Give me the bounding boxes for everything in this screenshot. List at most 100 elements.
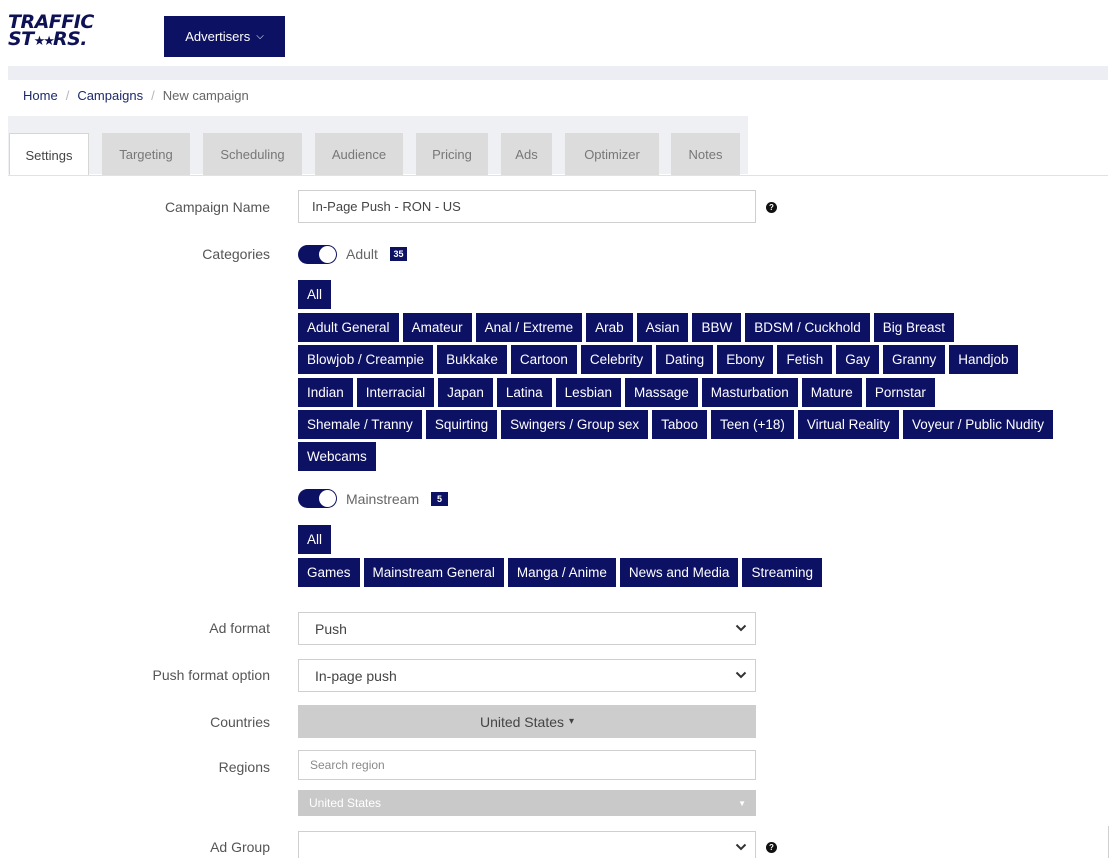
category-chip[interactable]: Gay: [836, 345, 879, 374]
category-chip[interactable]: Indian: [298, 378, 353, 407]
tab-scheduling[interactable]: Scheduling: [203, 133, 302, 175]
ad-group-label: Ad Group: [210, 839, 270, 855]
advertisers-dropdown-button[interactable]: Advertisers ⌵: [164, 16, 285, 57]
region-group-united-states[interactable]: United States ▼: [298, 790, 756, 816]
breadcrumb-current: New campaign: [162, 88, 249, 103]
category-chip[interactable]: Asian: [636, 313, 689, 342]
help-icon[interactable]: ?: [766, 842, 777, 853]
breadcrumb-campaigns[interactable]: Campaigns: [77, 88, 143, 103]
adult-chip-row: Shemale / Tranny Squirting Swingers / Gr…: [298, 410, 1054, 439]
category-chip-all[interactable]: All: [298, 525, 332, 554]
chevron-down-icon: [735, 671, 747, 679]
tab-audience[interactable]: Audience: [315, 133, 403, 175]
category-chip[interactable]: Anal / Extreme: [475, 313, 583, 342]
category-chip[interactable]: Japan: [438, 378, 493, 407]
category-chip[interactable]: Fetish: [777, 345, 833, 374]
category-chip[interactable]: Bukkake: [437, 345, 507, 374]
category-chip[interactable]: BDSM / Cuckhold: [745, 313, 870, 342]
caret-down-icon: ▾: [569, 716, 575, 727]
category-chip[interactable]: Granny: [883, 345, 946, 374]
category-chip[interactable]: Adult General: [298, 313, 399, 342]
category-chip[interactable]: Mature: [801, 378, 862, 407]
toggle-knob: [319, 246, 336, 263]
mainstream-all-row: All: [298, 525, 332, 554]
logo-dot: .: [80, 28, 88, 50]
chevron-down-icon: ⌵: [256, 31, 264, 42]
ad-format-select[interactable]: Push: [298, 612, 756, 645]
category-chip[interactable]: Cartoon: [510, 345, 577, 374]
caret-down-icon: ▼: [738, 799, 746, 808]
category-chip[interactable]: Taboo: [652, 410, 707, 439]
category-chip[interactable]: Interracial: [356, 378, 435, 407]
category-chip[interactable]: Latina: [496, 378, 552, 407]
tab-pricing[interactable]: Pricing: [416, 133, 488, 175]
region-group-label: United States: [309, 796, 382, 810]
tab-settings[interactable]: Settings: [9, 133, 89, 176]
toggle-knob: [319, 490, 336, 507]
category-chip[interactable]: Dating: [656, 345, 714, 374]
countries-dropdown-button[interactable]: United States ▾: [298, 705, 756, 738]
category-chip[interactable]: Amateur: [402, 313, 472, 342]
tab-notes[interactable]: Notes: [671, 133, 740, 175]
category-chip[interactable]: Massage: [624, 378, 698, 407]
category-chip[interactable]: Streaming: [742, 558, 822, 587]
ad-format-label: Ad format: [209, 620, 270, 636]
category-chip[interactable]: Swingers / Group sex: [501, 410, 649, 439]
scrollbar-edge: [1108, 826, 1109, 858]
trafficstars-logo[interactable]: TRAFFIC ST★★RS.: [8, 13, 94, 50]
mainstream-chip-row: Games Mainstream General Manga / Anime N…: [298, 558, 822, 587]
category-chip-all[interactable]: All: [298, 280, 332, 309]
category-chip[interactable]: Ebony: [717, 345, 774, 374]
category-chip[interactable]: Celebrity: [580, 345, 653, 374]
adult-chip-row: Webcams: [298, 442, 376, 471]
tab-ads[interactable]: Ads: [501, 133, 552, 175]
mainstream-toggle[interactable]: [298, 489, 337, 508]
mainstream-count-badge: 5: [431, 492, 448, 506]
categories-label: Categories: [202, 246, 270, 262]
campaign-name-label: Campaign Name: [164, 199, 270, 215]
breadcrumb-home[interactable]: Home: [23, 88, 58, 103]
adult-toggle-label: Adult: [346, 246, 378, 262]
category-chip[interactable]: Handjob: [949, 345, 1018, 374]
logo-text-st: ST: [8, 28, 34, 50]
category-chip[interactable]: Masturbation: [701, 378, 798, 407]
category-chip[interactable]: Pornstar: [865, 378, 935, 407]
category-chip[interactable]: Voyeur / Public Nudity: [902, 410, 1054, 439]
tab-targeting[interactable]: Targeting: [102, 133, 190, 175]
category-chip[interactable]: Teen (+18): [710, 410, 794, 439]
chevron-down-icon: [735, 843, 747, 851]
breadcrumb-separator: /: [65, 88, 70, 103]
push-format-label: Push format option: [152, 667, 270, 683]
logo-stars-icon: ★★: [33, 34, 55, 49]
header-divider-band: [8, 66, 1108, 80]
adult-chip-row: Adult General Amateur Anal / Extreme Ara…: [298, 313, 955, 342]
category-chip[interactable]: Games: [298, 558, 360, 587]
category-chip[interactable]: Blowjob / Creampie: [298, 345, 434, 374]
category-chip[interactable]: Shemale / Tranny: [298, 410, 422, 439]
tab-optimizer[interactable]: Optimizer: [565, 133, 659, 175]
category-chip[interactable]: Lesbian: [555, 378, 621, 407]
category-chip[interactable]: Manga / Anime: [507, 558, 616, 587]
category-chip[interactable]: Virtual Reality: [797, 410, 899, 439]
help-icon[interactable]: ?: [766, 202, 777, 213]
category-chip[interactable]: Big Breast: [873, 313, 955, 342]
adult-chip-row: Blowjob / Creampie Bukkake Cartoon Celeb…: [298, 345, 1018, 374]
category-chip[interactable]: Webcams: [298, 442, 376, 471]
push-format-select[interactable]: In-page push: [298, 659, 756, 692]
category-chip[interactable]: Arab: [586, 313, 633, 342]
push-format-value: In-page push: [315, 667, 397, 684]
category-chip[interactable]: News and Media: [619, 558, 739, 587]
category-chip[interactable]: Squirting: [425, 410, 498, 439]
ad-group-select[interactable]: [298, 831, 756, 858]
category-chip[interactable]: Mainstream General: [363, 558, 504, 587]
campaign-name-input[interactable]: In-Page Push - RON - US: [298, 190, 756, 223]
logo-line2: ST★★RS.: [8, 28, 94, 50]
ad-format-value: Push: [315, 620, 347, 637]
adult-count-badge: 35: [390, 247, 407, 261]
top-header: TRAFFIC ST★★RS. Advertisers ⌵: [0, 0, 1115, 66]
search-region-input[interactable]: [298, 750, 756, 780]
category-chip[interactable]: BBW: [692, 313, 742, 342]
breadcrumb-separator: /: [151, 88, 155, 103]
adult-toggle[interactable]: [298, 245, 337, 264]
mainstream-toggle-label: Mainstream: [346, 491, 420, 507]
